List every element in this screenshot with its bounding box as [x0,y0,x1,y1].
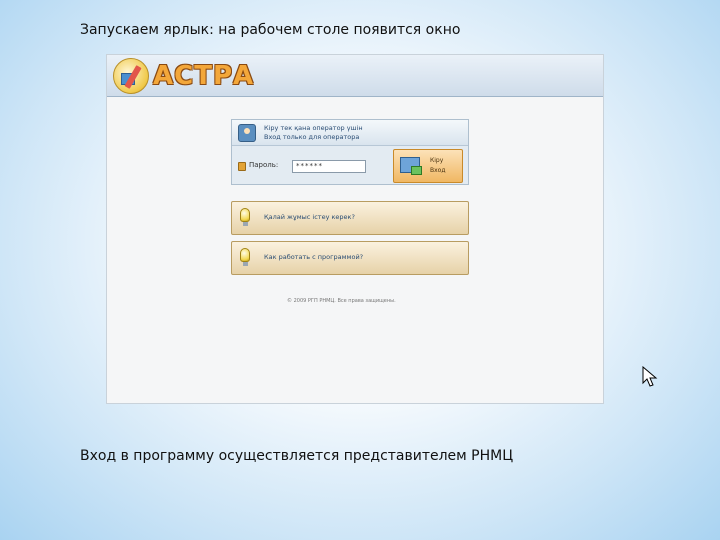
login-button-russian: Вход [430,167,446,174]
help-button-russian[interactable]: Как работать с программой? [231,241,469,275]
lightbulb-icon [240,248,250,266]
login-header-russian: Вход только для оператора [264,133,360,141]
slide-caption-bottom: Вход в программу осуществляется представ… [80,448,514,464]
app-header: АСТРА [107,55,603,97]
password-row: Пароль: ****** [238,160,388,174]
help-button-label: Қалай жұмыс істеу керек? [264,213,355,221]
mouse-pointer-icon [642,366,658,387]
astra-logo-icon [113,58,149,94]
password-input[interactable]: ****** [292,160,366,173]
key-icon [238,162,246,171]
login-panel-header: Кіру тек қана оператор үшін Вход только … [232,120,468,146]
login-button[interactable]: Кіру Вход [393,149,463,183]
login-button-kazakh: Кіру [430,157,444,164]
slide-caption-top: Запускаем ярлык: на рабочем столе появит… [80,22,461,38]
copyright-text: © 2009 РГП РНМЦ. Все права защищены. [287,298,396,304]
computer-login-icon [400,157,422,175]
lightbulb-icon [240,208,250,226]
operator-user-icon [238,124,256,142]
app-logo-text: АСТРА [153,61,255,91]
login-header-kazakh: Кіру тек қана оператор үшін [264,124,363,132]
help-button-kazakh[interactable]: Қалай жұмыс істеу керек? [231,201,469,235]
help-button-label: Как работать с программой? [264,253,364,261]
app-window-screenshot: АСТРА Кіру тек қана оператор үшін Вход т… [106,54,604,404]
password-label: Пароль: [249,161,279,169]
